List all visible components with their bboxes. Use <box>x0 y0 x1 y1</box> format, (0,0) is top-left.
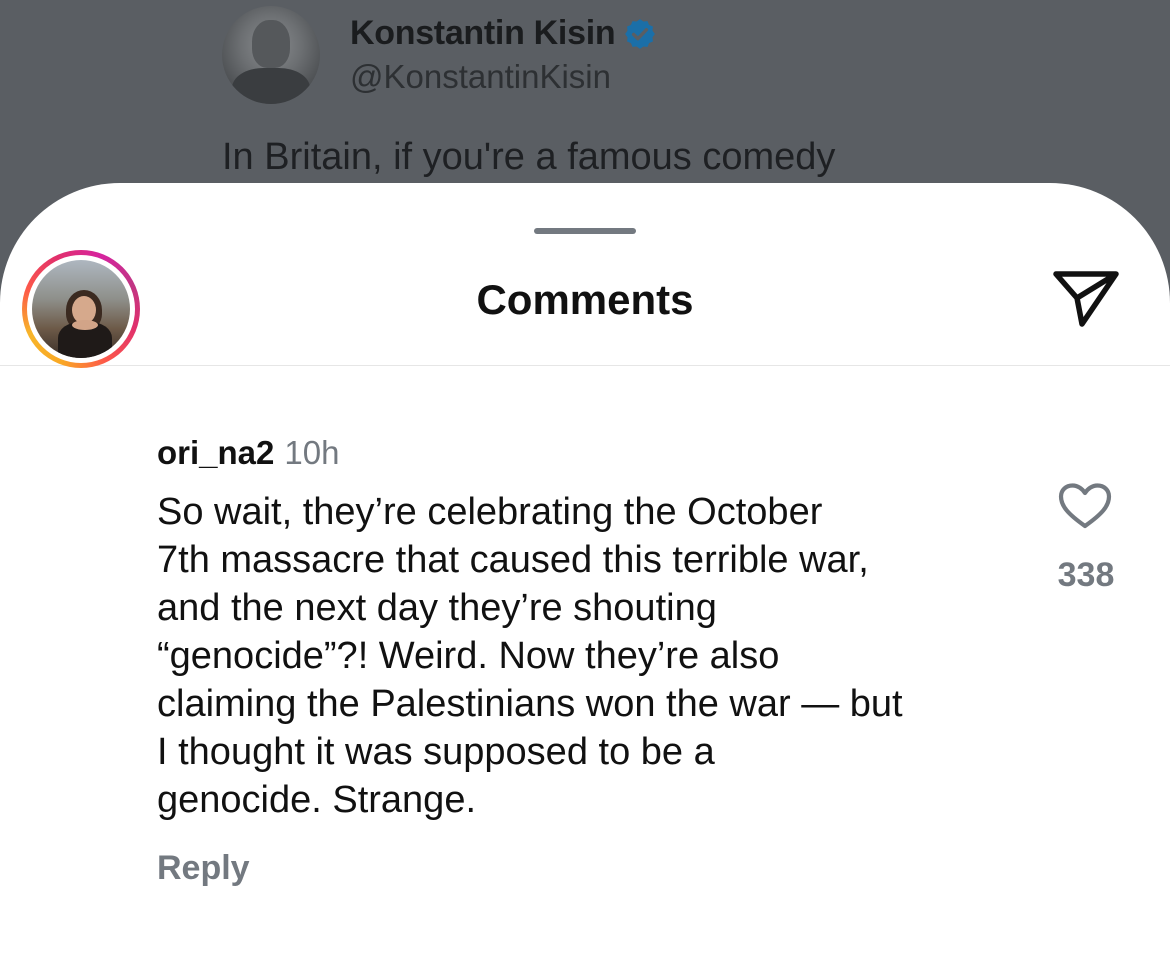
sheet-grabber[interactable] <box>534 228 636 234</box>
avatar-ring-gap <box>27 255 135 363</box>
verified-badge-icon <box>625 18 656 49</box>
post-author-name: Konstantin Kisin <box>350 14 616 52</box>
avatar-skin <box>72 320 98 330</box>
screen: Konstantin Kisin @KonstantinKisin In Bri… <box>0 0 1170 956</box>
paper-plane-icon[interactable] <box>1050 266 1122 332</box>
reply-button[interactable]: Reply <box>157 849 250 888</box>
comment-text-line: and the next day they’re shouting <box>157 587 717 629</box>
post-text: In Britain, if you're a famous comedy <box>222 136 836 178</box>
post-author-handle: @KonstantinKisin <box>350 58 611 95</box>
avatar-shoulders <box>232 68 310 104</box>
comment-avatar <box>32 260 130 358</box>
comment-text-line: 7th massacre that caused this terrible w… <box>157 539 869 581</box>
comment-header: ori_na2 10h <box>157 434 339 472</box>
comment-username[interactable]: ori_na2 <box>157 434 274 472</box>
comment-avatar-story-ring[interactable] <box>22 250 140 368</box>
sheet-title: Comments <box>476 276 694 323</box>
comment-text: So wait, they’re celebrating the October… <box>157 488 1027 824</box>
comment-timestamp: 10h <box>284 434 340 471</box>
post-author-avatar <box>222 6 320 104</box>
post-author-name-row: Konstantin Kisin <box>350 14 657 53</box>
comment-text-line: “genocide”?! Weird. Now they’re also <box>157 635 780 677</box>
comment-text-line: I thought it was supposed to be a <box>157 731 715 773</box>
comment-text-line: So wait, they’re celebrating the October <box>157 491 823 533</box>
comment-text-line: genocide. Strange. <box>157 779 477 821</box>
header-divider <box>0 365 1170 366</box>
heart-outline-icon[interactable] <box>1058 482 1112 530</box>
like-count: 338 <box>1057 556 1115 594</box>
comment-text-line: claiming the Palestinians won the war — … <box>157 683 903 725</box>
avatar-face <box>252 20 290 68</box>
